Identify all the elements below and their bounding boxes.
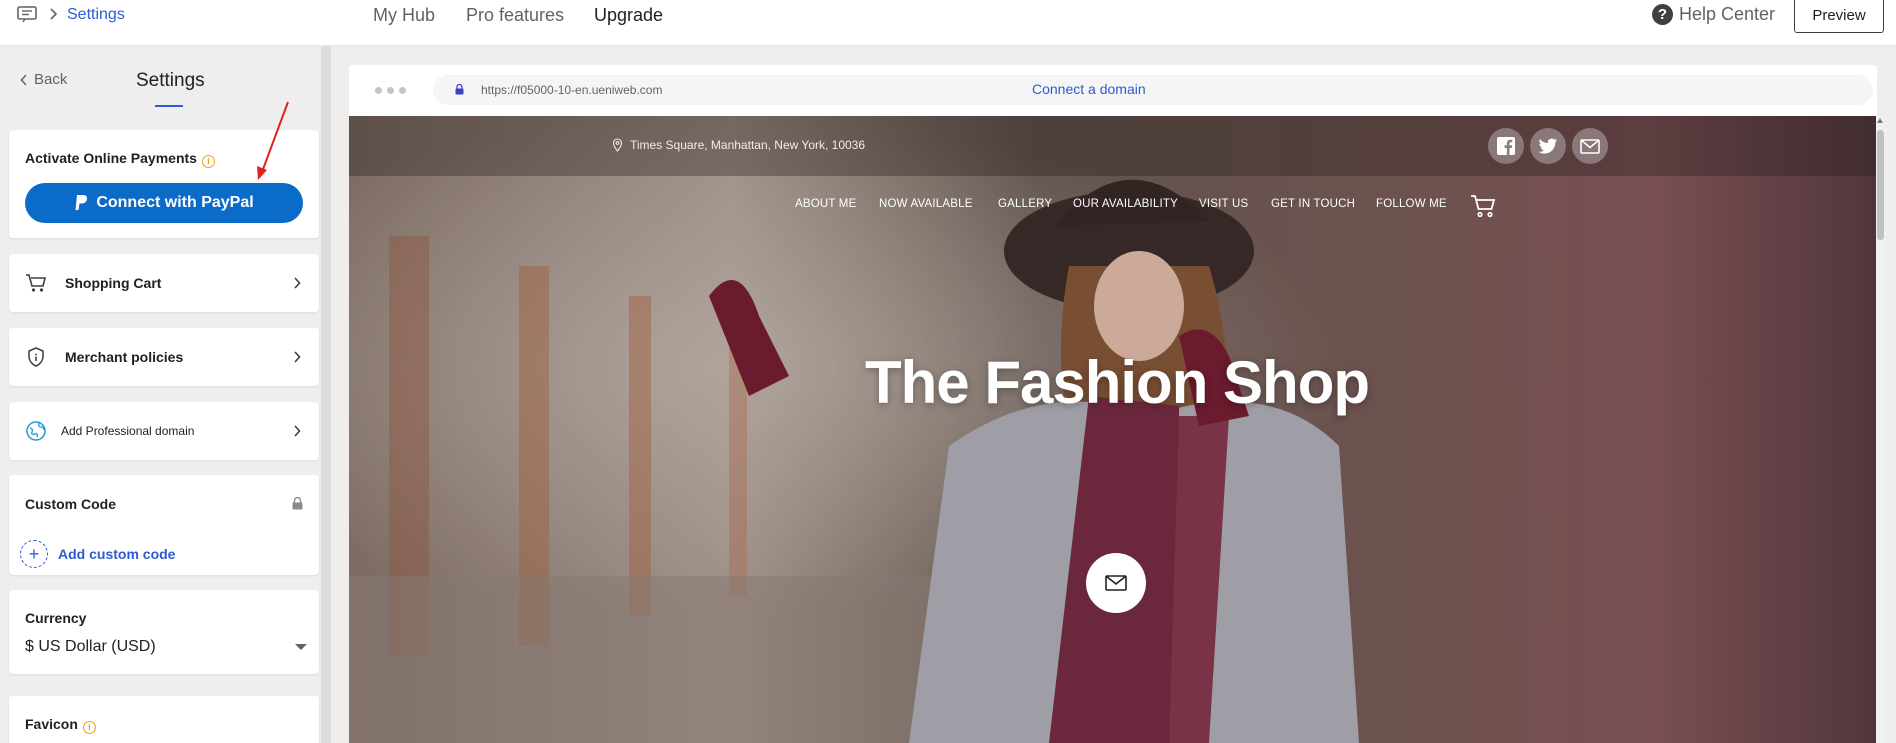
- favicon-card: Favicon i: [9, 696, 319, 743]
- chevron-right-icon: [50, 8, 58, 20]
- scrollbar-thumb[interactable]: [1877, 130, 1884, 240]
- lock-icon: [455, 84, 464, 95]
- sidebar-item-merchant-policies[interactable]: Merchant policies: [9, 328, 319, 386]
- add-custom-code-button[interactable]: + Add custom code: [20, 540, 175, 568]
- preview-scrollbar[interactable]: [1876, 116, 1885, 743]
- help-icon: ?: [1652, 4, 1673, 25]
- facebook-icon[interactable]: [1488, 128, 1524, 164]
- info-icon[interactable]: i: [201, 155, 215, 168]
- preview-browser-bar: https://f05000-10-en.ueniweb.com Connect…: [349, 65, 1877, 116]
- sidebar-item-label: Merchant policies: [65, 349, 184, 365]
- connect-domain-link[interactable]: Connect a domain: [1032, 81, 1146, 97]
- chevron-right-icon: [294, 425, 301, 437]
- top-bar: Settings My Hub Pro features Upgrade ? H…: [0, 0, 1896, 46]
- site-nav-now-available[interactable]: NOW AVAILABLE: [879, 198, 973, 210]
- cart-icon: [26, 274, 47, 292]
- favicon-title: Favicon i: [25, 716, 96, 734]
- payments-title: Activate Online Payments i: [25, 150, 215, 168]
- back-label: Back: [34, 71, 68, 88]
- currency-select[interactable]: $ US Dollar (USD): [25, 638, 307, 656]
- title-underline: [155, 105, 183, 107]
- window-dots: [375, 87, 406, 94]
- site-nav-about-me[interactable]: ABOUT ME: [795, 198, 856, 210]
- chevron-left-icon: [20, 73, 27, 86]
- site-nav-get-in-touch[interactable]: GET IN TOUCH: [1271, 198, 1355, 210]
- add-custom-code-label: Add custom code: [58, 546, 176, 562]
- sidebar-toggle-icon[interactable]: [17, 6, 37, 23]
- plus-icon: +: [20, 540, 48, 568]
- site-top-strip: [349, 116, 1885, 176]
- sidebar-item-shopping-cart[interactable]: Shopping Cart: [9, 254, 319, 312]
- site-address-text: Times Square, Manhattan, New York, 10036: [630, 138, 866, 152]
- chevron-right-icon: [294, 277, 301, 289]
- location-pin-icon: [612, 138, 623, 152]
- site-url: https://f05000-10-en.ueniweb.com: [481, 83, 663, 97]
- twitter-icon[interactable]: [1530, 128, 1566, 164]
- address-bar: https://f05000-10-en.ueniweb.com Connect…: [433, 75, 1873, 105]
- nav-pro-features[interactable]: Pro features: [466, 5, 564, 26]
- site-hero-title: The Fashion Shop: [865, 349, 1370, 416]
- page-title: Settings: [136, 70, 205, 91]
- site-address: Times Square, Manhattan, New York, 10036: [612, 138, 865, 152]
- annotation-arrow-icon: [257, 101, 289, 180]
- hero-background-image: [349, 116, 1885, 743]
- paypal-icon: [75, 195, 88, 210]
- nav-upgrade[interactable]: Upgrade: [594, 5, 663, 26]
- currency-title: Currency: [25, 610, 87, 626]
- scroll-up-icon[interactable]: [1877, 118, 1883, 123]
- envelope-icon: [1105, 575, 1127, 591]
- sidebar-scrollbar[interactable]: [322, 46, 331, 743]
- sidebar-item-professional-domain[interactable]: Add Professional domain: [9, 402, 319, 460]
- breadcrumb[interactable]: Settings: [67, 6, 125, 24]
- globe-icon: [26, 421, 46, 441]
- contact-mail-button[interactable]: [1086, 553, 1146, 613]
- site-nav-our-availability[interactable]: OUR AVAILABILITY: [1073, 198, 1178, 210]
- sidebar-item-label: Shopping Cart: [65, 275, 162, 291]
- nav-my-hub[interactable]: My Hub: [373, 5, 435, 26]
- currency-card: Currency $ US Dollar (USD): [9, 590, 319, 674]
- lock-icon: [292, 497, 303, 510]
- site-cart-icon[interactable]: [1470, 194, 1496, 218]
- favicon-title-text: Favicon: [25, 716, 78, 732]
- chevron-right-icon: [294, 351, 301, 363]
- currency-value: $ US Dollar (USD): [25, 638, 156, 655]
- back-button[interactable]: Back: [20, 71, 67, 88]
- site-nav-visit-us[interactable]: VISIT US: [1199, 198, 1248, 210]
- site-nav-follow-me[interactable]: FOLLOW ME: [1376, 198, 1447, 210]
- paypal-label: Connect with PayPal: [96, 194, 254, 211]
- mail-icon[interactable]: [1572, 128, 1608, 164]
- help-center-label: Help Center: [1679, 4, 1776, 24]
- payments-title-text: Activate Online Payments: [25, 150, 197, 166]
- shield-icon: [28, 347, 44, 367]
- custom-code-title: Custom Code: [25, 496, 116, 512]
- dropdown-caret-icon: [295, 644, 307, 650]
- connect-paypal-button[interactable]: Connect with PayPal: [25, 183, 303, 223]
- site-nav-gallery[interactable]: GALLERY: [998, 198, 1052, 210]
- help-center-link[interactable]: ? Help Center: [1652, 4, 1775, 25]
- sidebar-item-label: Add Professional domain: [61, 424, 195, 438]
- info-icon[interactable]: i: [82, 721, 96, 734]
- site-preview: Times Square, Manhattan, New York, 10036…: [349, 116, 1885, 743]
- custom-code-card: Custom Code + Add custom code: [9, 475, 319, 575]
- preview-button[interactable]: Preview: [1794, 0, 1884, 33]
